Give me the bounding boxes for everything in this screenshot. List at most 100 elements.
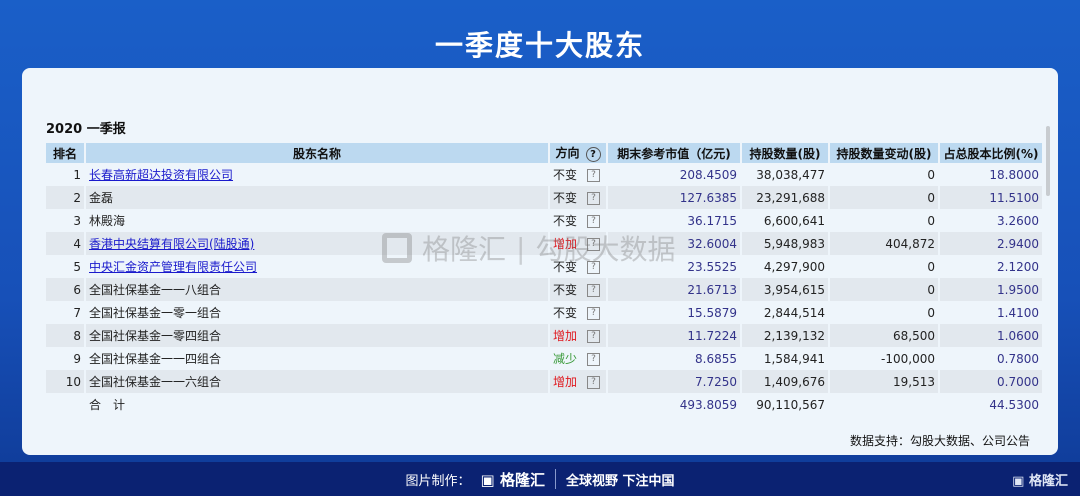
pct: 0.7000: [940, 370, 1042, 393]
shareholder-name: 全国社保基金一一八组合: [86, 278, 548, 301]
col-change[interactable]: 持股数量变动(股): [830, 143, 938, 163]
pct: 3.2600: [997, 213, 1039, 228]
watermark: 格隆汇 | 勾股大数据: [382, 228, 675, 268]
shareholder-text: 全国社保基金一零四组合: [89, 329, 222, 343]
shareholder-text: 全国社保基金一一四组合: [89, 352, 222, 366]
table-header: 排名 股东名称 方向? 期末参考市值（亿元) 持股数量(股) 持股数量变动(股)…: [46, 143, 1042, 163]
market-value: 15.5879: [687, 305, 737, 320]
shareholder-name[interactable]: 长春高新超达投资有限公司: [86, 163, 548, 186]
help-icon[interactable]: ?: [587, 307, 601, 320]
market-value: 208.4509: [679, 167, 737, 182]
logo-icon: [382, 233, 412, 263]
watermark-brand: 格隆汇: [422, 233, 507, 266]
change: 68,500: [830, 324, 938, 347]
table-row: 6 全国社保基金一一八组合 不变? 21.6713 3,954,615 0 1.…: [46, 278, 1042, 301]
shares: 23,291,688: [742, 186, 828, 209]
rank: 4: [46, 232, 84, 255]
direction: 不变: [553, 168, 578, 182]
col-shares[interactable]: 持股数量(股): [742, 143, 828, 163]
scrollbar[interactable]: [1046, 126, 1050, 196]
direction: 增加: [553, 375, 578, 389]
total-label: 合 计: [89, 398, 126, 412]
shares: 3,954,615: [742, 278, 828, 301]
page-title: 一季度十大股东: [434, 29, 645, 62]
footer-bar: 图片制作： ▣ 格隆汇 全球视野 下注中国: [0, 462, 1080, 496]
help-icon[interactable]: ?: [587, 169, 601, 182]
rank: 6: [46, 278, 84, 301]
rank: 5: [73, 259, 81, 274]
col-direction[interactable]: 方向?: [550, 143, 606, 163]
table-row: 7 全国社保基金一零一组合 不变? 15.5879 2,844,514 0 1.…: [46, 301, 1042, 324]
shareholders-card: 2020 一季报 排名 股东名称 方向? 期末参考市值（亿元) 持股数量(股) …: [22, 68, 1058, 455]
shares: 2,139,132: [742, 324, 828, 347]
shareholder-name: 全国社保基金一零一组合: [86, 301, 548, 324]
pct: 2.1200: [997, 259, 1039, 274]
shares: 2,844,514: [763, 305, 825, 320]
change: 0: [927, 305, 935, 320]
help-icon[interactable]: ?: [587, 192, 601, 205]
pct: 1.9500: [940, 278, 1042, 301]
market-value: 8.6855: [695, 351, 737, 366]
shares: 1,409,676: [742, 370, 828, 393]
direction-cell: 不变?: [550, 278, 606, 301]
shareholder-link[interactable]: 中央汇金资产管理有限责任公司: [89, 260, 257, 274]
change: 0: [830, 278, 938, 301]
table-row: 9 全国社保基金一一四组合 减少? 8.6855 1,584,941 -100,…: [46, 347, 1042, 370]
col-rank[interactable]: 排名: [46, 143, 84, 163]
direction-cell: 增加?: [550, 370, 606, 393]
market-value: 127.6385: [608, 186, 740, 209]
footer-brand-text: 格隆汇: [499, 470, 545, 489]
help-icon[interactable]: ?: [587, 376, 601, 389]
watermark-product: 勾股大数据: [535, 233, 676, 266]
shareholder-name: 全国社保基金一一六组合: [86, 370, 548, 393]
corner-brand-text: 格隆汇: [1028, 474, 1068, 489]
rank: 7: [73, 305, 81, 320]
table-row: 1 长春高新超达投资有限公司 不变? 208.4509 38,038,477 0…: [46, 163, 1042, 186]
col-market-value[interactable]: 期末参考市值（亿元): [608, 143, 740, 163]
shareholders-table: 排名 股东名称 方向? 期末参考市值（亿元) 持股数量(股) 持股数量变动(股)…: [44, 143, 1044, 416]
help-icon[interactable]: ?: [587, 330, 601, 343]
rank: 10: [46, 370, 84, 393]
change: 0: [927, 213, 935, 228]
col-direction-label: 方向: [555, 146, 580, 160]
shareholder-link[interactable]: 长春高新超达投资有限公司: [89, 168, 233, 182]
footer-slogan: 全球视野 下注中国: [565, 473, 675, 489]
change: 0: [830, 186, 938, 209]
shares: 1,584,941: [763, 351, 825, 366]
change: 19,513: [830, 370, 938, 393]
table-row: 10 全国社保基金一一六组合 增加? 7.7250 1,409,676 19,5…: [46, 370, 1042, 393]
market-value: 11.7224: [608, 324, 740, 347]
pct: 0.7800: [997, 351, 1039, 366]
help-icon[interactable]: ?: [587, 353, 601, 366]
table-row: 2 金磊 不变? 127.6385 23,291,688 0 11.5100: [46, 186, 1042, 209]
change: 404,872: [830, 232, 938, 255]
shareholder-text: 金磊: [89, 191, 114, 205]
shares: 4,297,900: [763, 259, 825, 274]
help-icon[interactable]: ?: [587, 215, 601, 228]
direction: 不变: [553, 191, 578, 205]
market-value: 21.6713: [608, 278, 740, 301]
change: 0: [927, 167, 935, 182]
direction-cell: 不变?: [550, 163, 606, 186]
period-label: 2020 一季报: [46, 122, 126, 137]
pct: 18.8000: [989, 167, 1039, 182]
help-icon[interactable]: ?: [585, 147, 601, 162]
change: -100,000: [881, 351, 935, 366]
direction-cell: 增加?: [550, 324, 606, 347]
help-icon[interactable]: ?: [587, 284, 601, 297]
rank: 3: [73, 213, 81, 228]
col-pct[interactable]: 占总股本比例(%): [940, 143, 1042, 163]
shares: 6,600,641: [763, 213, 825, 228]
shareholder-name: 全国社保基金一零四组合: [86, 324, 548, 347]
total-row: 合 计 493.8059 90,110,567 44.5300: [46, 393, 1042, 416]
col-name[interactable]: 股东名称: [86, 143, 548, 163]
shareholder-text: 林殿海: [89, 214, 126, 228]
direction-cell: 减少?: [550, 347, 606, 370]
shareholder-link[interactable]: 香港中央结算有限公司(陆股通): [89, 237, 254, 251]
market-value: 7.7250: [608, 370, 740, 393]
rank: 9: [73, 351, 81, 366]
shares: 38,038,477: [756, 167, 825, 182]
shares: 5,948,983: [742, 232, 828, 255]
divider: [554, 469, 556, 489]
rank: 8: [46, 324, 84, 347]
